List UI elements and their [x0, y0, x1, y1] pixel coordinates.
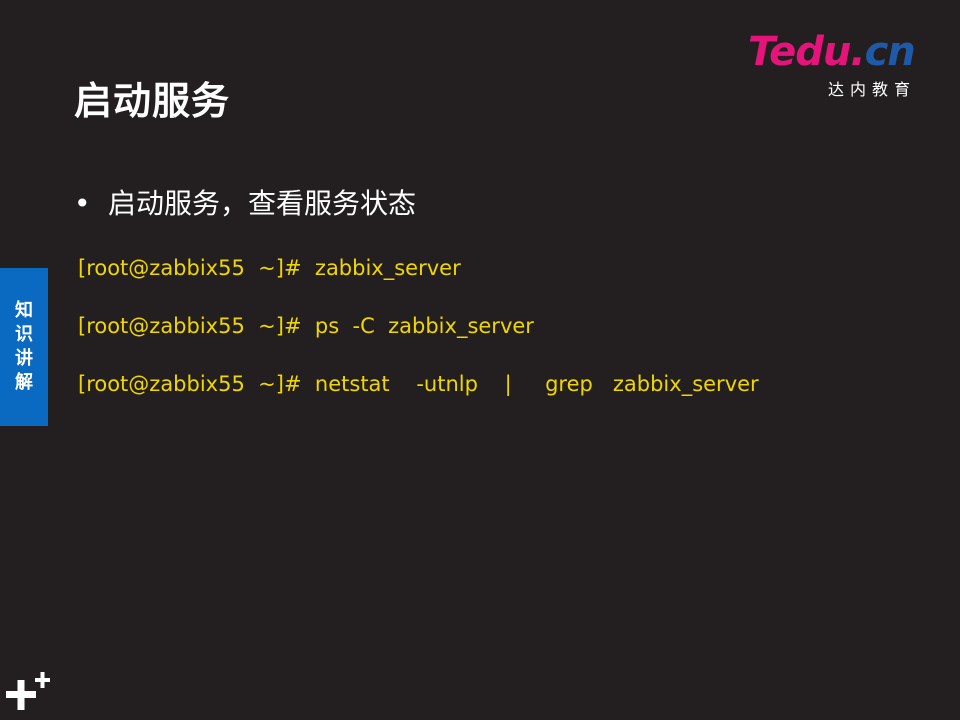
bullet-text: 启动服务，查看服务状态: [108, 187, 417, 220]
logo-wordmark: Tedu.cn: [748, 28, 916, 76]
bullet-item: • 启动服务，查看服务状态: [74, 182, 416, 222]
tedu-logo: Tedu.cn 达内教育: [748, 28, 938, 100]
logo-word-main: Tedu.: [748, 29, 866, 75]
side-tab-char: 知: [15, 300, 33, 321]
command-line-2: [root@zabbix55 ~]# ps -C zabbix_server: [78, 314, 534, 338]
logo-subtitle: 达内教育: [828, 80, 917, 99]
command-line-3: [root@zabbix55 ~]# netstat -utnlp | grep…: [78, 372, 759, 396]
command-line-1: [root@zabbix55 ~]# zabbix_server: [78, 256, 461, 280]
plus-plus-icon: [6, 672, 50, 710]
knowledge-tab: 知 识 讲 解: [0, 268, 48, 426]
bullet-marker: •: [74, 187, 91, 220]
page-title: 启动服务: [74, 79, 231, 123]
logo-word-cn: cn: [864, 29, 916, 75]
side-tab-char: 讲: [15, 348, 33, 369]
side-tab-char: 解: [15, 372, 33, 393]
side-tab-char: 识: [15, 324, 33, 345]
